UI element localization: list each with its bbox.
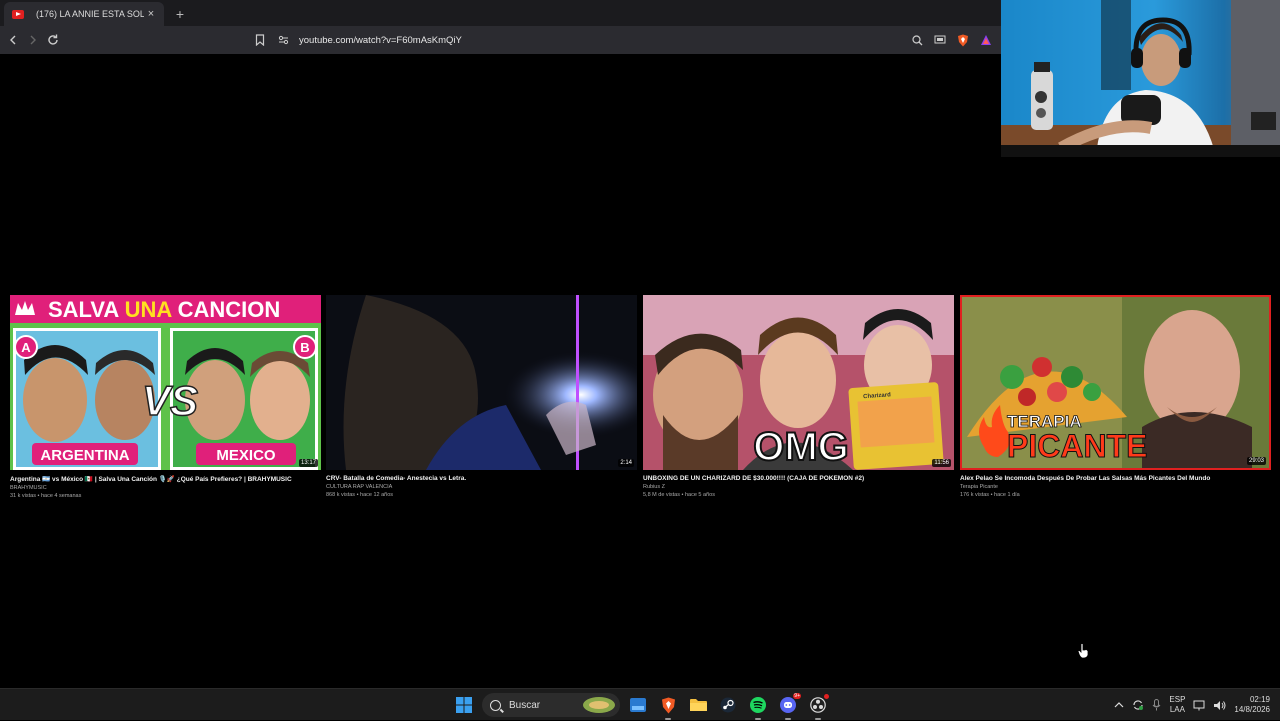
video-title[interactable]: UNBOXING DE UN CHARIZARD DE $30.000!!!! … xyxy=(643,475,954,482)
video-thumbnail[interactable]: 2:14 xyxy=(326,295,637,470)
browser-tab-youtube[interactable]: (176) LA ANNIE ESTA SOLITA × xyxy=(4,2,164,26)
video-meta: 5,8 M de vistas • hace 5 años xyxy=(643,492,715,498)
video-title[interactable]: Alex Pelao Se Incomoda Después De Probar… xyxy=(960,475,1271,482)
folder-icon xyxy=(689,699,707,711)
search-highlight-icon xyxy=(583,697,615,713)
microphone-icon[interactable] xyxy=(1152,699,1161,711)
url-text[interactable]: youtube.com/watch?v=F60mAsKmQiY xyxy=(299,35,462,46)
bookmark-icon[interactable] xyxy=(255,34,265,46)
search-label: Buscar xyxy=(509,699,541,711)
video-meta: 31 k vistas • hace 4 semanas xyxy=(10,493,82,499)
spotify-icon xyxy=(750,697,766,713)
forward-arrow-icon xyxy=(30,35,36,45)
forward-button[interactable] xyxy=(23,30,43,50)
taskbar-app-brave[interactable] xyxy=(656,693,680,720)
video-channel[interactable]: CULTURA RAP VALENCIA xyxy=(326,484,637,490)
clock-time: 02:19 xyxy=(1249,695,1270,704)
reload-button[interactable] xyxy=(43,30,63,50)
omg-label: OMG xyxy=(753,425,849,469)
volume-icon[interactable] xyxy=(1213,700,1226,711)
keyboard-layout: LAA xyxy=(1169,705,1185,714)
new-tab-button[interactable]: + xyxy=(172,2,188,26)
system-tray: ESP LAA 02:19 14/8/2026 xyxy=(1114,689,1280,721)
video-duration: 13:17 xyxy=(298,459,318,467)
thumbnail-salva-una-cancion: A B VS ARGENTINA MEXICO SALVA UNA CANCIO… xyxy=(10,295,321,470)
thumbnail-batalla-comedia xyxy=(326,295,637,470)
tab-close-button[interactable]: × xyxy=(144,8,158,20)
input-language[interactable]: ESP LAA xyxy=(1169,695,1185,715)
video-thumbnail[interactable]: A B VS ARGENTINA MEXICO SALVA UNA CANCIO… xyxy=(10,295,321,470)
thumbnail-charizard-unboxing: Charizard OMG xyxy=(643,295,954,470)
back-arrow-icon xyxy=(10,35,16,45)
video-thumbnail[interactable]: Charizard OMG 11:56 xyxy=(643,295,954,470)
taskbar-app-discord[interactable]: 9+ xyxy=(776,693,801,720)
system-clock[interactable]: 02:19 14/8/2026 xyxy=(1234,695,1270,715)
video-duration: 2:14 xyxy=(618,459,634,467)
browser-toolbar: youtube.com/watch?v=F60mAsKmQiY xyxy=(0,26,1001,54)
back-button[interactable] xyxy=(3,30,23,50)
vs-label: VS xyxy=(142,377,198,424)
zoom-icon[interactable] xyxy=(910,33,924,47)
video-card[interactable]: TERAPIA PICANTE 29:03 Alex Pelao Se Inco… xyxy=(960,295,1271,498)
video-channel[interactable]: BRAHYMUSIC xyxy=(10,485,321,491)
sync-icon[interactable] xyxy=(1132,699,1144,711)
video-card[interactable]: A B VS ARGENTINA MEXICO SALVA UNA CANCIO… xyxy=(10,295,321,499)
recording-dot-icon xyxy=(824,694,829,699)
video-meta: 176 k vistas • hace 1 día xyxy=(960,492,1020,498)
language-code: ESP xyxy=(1169,695,1186,704)
brave-browser-icon xyxy=(661,697,675,713)
widgets-icon xyxy=(630,698,646,712)
clock-date: 14/8/2026 xyxy=(1234,705,1270,714)
youtube-favicon-icon xyxy=(12,9,24,19)
tab-title: (176) LA ANNIE ESTA SOLITA xyxy=(36,9,144,19)
cast-icon[interactable] xyxy=(933,33,947,47)
search-icon xyxy=(490,699,501,711)
left-team-label: ARGENTINA xyxy=(40,447,129,464)
badge-b-label: B xyxy=(300,340,309,355)
taskbar-app-widgets[interactable] xyxy=(626,693,650,717)
taskbar-app-file-explorer[interactable] xyxy=(686,693,710,717)
site-settings-icon[interactable] xyxy=(278,35,289,45)
taskbar-app-spotify[interactable] xyxy=(746,693,770,720)
thumbnail-terapia-picante: TERAPIA PICANTE xyxy=(962,297,1269,468)
brave-shield-icon[interactable] xyxy=(956,33,970,47)
webcam-overlay xyxy=(1001,0,1280,157)
steam-icon xyxy=(720,697,736,713)
obs-icon xyxy=(810,697,826,713)
windows-logo-icon xyxy=(456,697,472,713)
discord-icon xyxy=(780,697,796,713)
taskbar-search[interactable]: Buscar xyxy=(482,693,620,717)
reload-icon xyxy=(48,34,58,45)
video-duration: 29:03 xyxy=(1246,457,1266,465)
thumb-headline: SALVA UNA CANCION xyxy=(48,297,280,322)
video-channel[interactable]: Terapia Picante xyxy=(960,484,1271,490)
video-thumbnail[interactable]: TERAPIA PICANTE 29:03 xyxy=(960,295,1271,470)
thumb-line2: PICANTE xyxy=(1007,428,1147,464)
taskbar-app-obs[interactable] xyxy=(806,693,830,720)
webcam-scene xyxy=(1001,0,1280,157)
video-title[interactable]: Argentina 🇦🇷 vs México 🇲🇽 | Salva Una Ca… xyxy=(10,475,321,483)
video-channel[interactable]: Rubius Z xyxy=(643,484,954,490)
right-team-label: MEXICO xyxy=(216,447,276,464)
crown-icon xyxy=(15,301,35,315)
taskbar-app-steam[interactable] xyxy=(716,693,740,717)
browser-tab-bar: (176) LA ANNIE ESTA SOLITA × + xyxy=(0,0,1001,26)
network-icon[interactable] xyxy=(1193,700,1205,711)
show-hidden-icons-icon[interactable] xyxy=(1114,701,1124,709)
hand-cursor-icon xyxy=(1077,643,1089,659)
video-card[interactable]: Charizard OMG 11:56 UNBOXING DE UN CHARI… xyxy=(643,295,954,498)
video-card[interactable]: 2:14 CRV- Batalla de Comedia- Anestecia … xyxy=(326,295,637,498)
taskbar: Buscar 9+ ESP LAA 02:19 14/8/2026 xyxy=(0,688,1280,720)
address-bar[interactable]: youtube.com/watch?v=F60mAsKmQiY xyxy=(255,26,462,54)
video-title[interactable]: CRV- Batalla de Comedia- Anestecia vs Le… xyxy=(326,475,637,482)
start-button[interactable] xyxy=(452,693,476,717)
badge-a-label: A xyxy=(21,340,31,355)
discord-notification-badge: 9+ xyxy=(793,693,801,699)
brave-rewards-icon[interactable] xyxy=(979,33,993,47)
video-duration: 11:56 xyxy=(932,459,951,467)
video-meta: 868 k vistas • hace 12 años xyxy=(326,492,394,498)
